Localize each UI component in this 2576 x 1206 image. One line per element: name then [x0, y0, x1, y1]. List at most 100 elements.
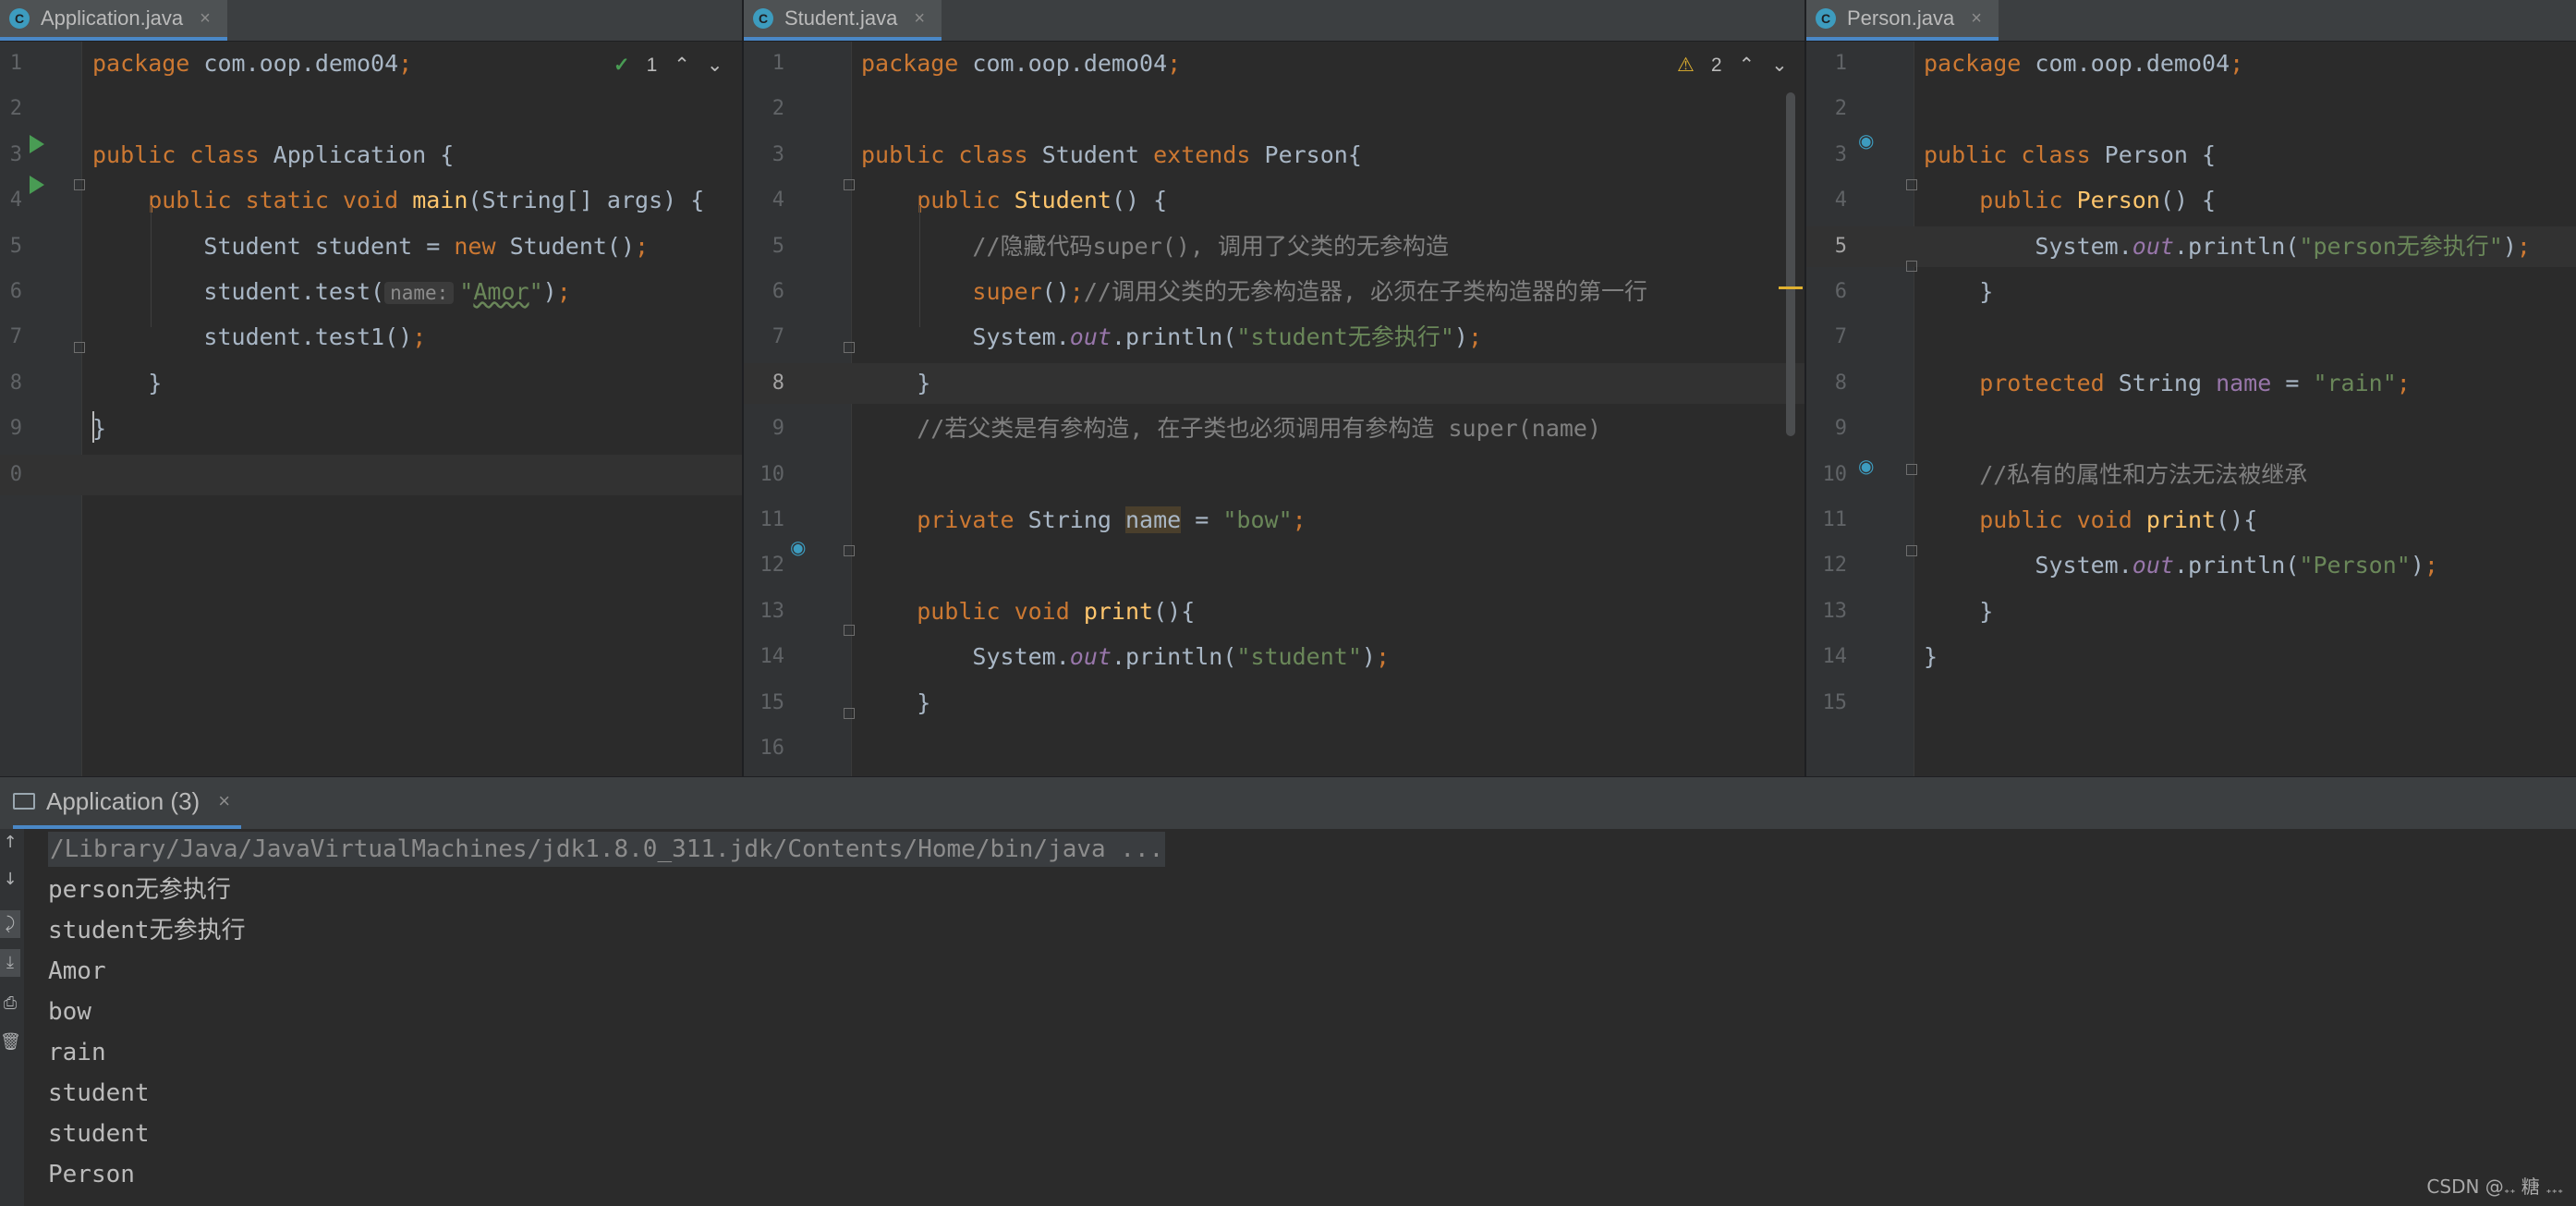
code-text[interactable]: }: [1924, 591, 1993, 632]
code-text[interactable]: public class Application {: [92, 135, 454, 176]
code-line[interactable]: 5 System.out.println("person无参执行");: [1806, 225, 2576, 267]
line-number[interactable]: 11: [1806, 500, 1848, 541]
line-number[interactable]: 7: [744, 317, 784, 358]
line-number[interactable]: 8: [0, 363, 22, 404]
code-line[interactable]: 14}: [1806, 637, 2576, 677]
code-line[interactable]: 5 Student student = new Student();: [0, 226, 744, 267]
line-number[interactable]: 6: [0, 272, 22, 312]
vertical-scrollbar[interactable]: [1786, 92, 1795, 436]
console-command-line[interactable]: /Library/Java/JavaVirtualMachines/jdk1.8…: [48, 829, 2576, 870]
code-line[interactable]: 13 public void print(){: [744, 591, 1806, 632]
fold-icon[interactable]: [1906, 179, 1917, 190]
inspection-widget[interactable]: ✓ 1 ⌃ ⌄: [614, 54, 723, 77]
code-line[interactable]: 15: [1806, 683, 2576, 724]
line-number[interactable]: 3: [744, 135, 784, 176]
previous-highlight-icon[interactable]: ⌃: [674, 54, 690, 77]
tab-student-java[interactable]: C Student.java ×: [744, 0, 942, 41]
code-line[interactable]: 9 //若父类是有参构造, 在子类也必须调用有参构造 super(name): [744, 408, 1806, 449]
line-number[interactable]: 9: [0, 408, 22, 449]
code-line[interactable]: 2: [0, 89, 744, 129]
line-number[interactable]: 6: [744, 272, 784, 312]
close-icon[interactable]: ×: [914, 8, 925, 30]
editor-pane-person[interactable]: C Person.java × 1 package com.oop.demo04;…: [1806, 0, 2576, 776]
code-line[interactable]: 2: [744, 89, 1806, 129]
code-area[interactable]: 1 package com.oop.demo04; 2 3 public class P…: [1806, 42, 2576, 776]
fold-icon[interactable]: [844, 179, 855, 190]
java-command[interactable]: /Library/Java/JavaVirtualMachines/jdk1.8…: [48, 832, 1166, 867]
code-line[interactable]: 5 //隐藏代码super(), 调用了父类的无参构造: [744, 226, 1806, 267]
close-icon[interactable]: ×: [1971, 8, 1982, 30]
run-class-icon[interactable]: [30, 135, 44, 153]
code-line[interactable]: 0: [0, 454, 744, 495]
fold-icon[interactable]: [1906, 545, 1917, 556]
close-icon[interactable]: ×: [200, 8, 211, 30]
code-text[interactable]: System.out.println("student无参执行");: [861, 317, 1482, 358]
code-line[interactable]: 4 public static void main(String[] args)…: [0, 180, 744, 221]
code-line[interactable]: 7 student.test1();: [0, 317, 744, 358]
code-text[interactable]: //私有的属性和方法无法被继承: [1924, 455, 2307, 495]
soft-wrap-icon[interactable]: ⤸: [0, 910, 20, 938]
code-text[interactable]: public void print(){: [1924, 500, 2257, 541]
tab-application-java[interactable]: C Application.java ×: [0, 0, 227, 41]
line-number[interactable]: 15: [1806, 683, 1848, 724]
line-number[interactable]: 7: [0, 317, 22, 358]
code-line[interactable]: 3 public class Person {: [1806, 135, 2576, 176]
code-line[interactable]: 7 System.out.println("student无参执行");: [744, 317, 1806, 358]
code-line[interactable]: 1 package com.oop.demo04;: [1806, 43, 2576, 84]
next-highlight-icon[interactable]: ⌄: [1771, 54, 1788, 77]
line-number[interactable]: 5: [1806, 226, 1847, 267]
code-line[interactable]: 11 private String name = "bow";: [744, 500, 1806, 541]
code-line[interactable]: 4 public Student() {: [744, 180, 1806, 221]
code-line[interactable]: 3 public class Student extends Person{: [744, 135, 1806, 176]
fold-icon[interactable]: [844, 545, 855, 556]
print-icon[interactable]: ⎙: [0, 990, 20, 1017]
run-main-icon[interactable]: [30, 176, 44, 194]
code-line[interactable]: 8 }: [744, 362, 1806, 404]
code-line[interactable]: 8 protected String name = "rain";: [1806, 363, 2576, 404]
tab-run-application[interactable]: Application (3) ×: [13, 777, 242, 829]
code-line[interactable]: 9: [1806, 408, 2576, 449]
code-line[interactable]: 10: [744, 455, 1806, 495]
code-area[interactable]: 1 package com.oop.demo04; 2 3 public class S…: [744, 42, 1806, 776]
line-number[interactable]: 9: [744, 408, 784, 449]
line-number[interactable]: 8: [744, 363, 784, 404]
scroll-up-icon[interactable]: ↑: [0, 829, 20, 857]
warning-stripe-marker[interactable]: [1779, 286, 1803, 289]
code-text[interactable]: }: [1924, 272, 1993, 312]
fold-icon[interactable]: [1906, 261, 1917, 272]
fold-icon[interactable]: [1906, 464, 1917, 475]
fold-icon[interactable]: [844, 708, 855, 719]
code-text[interactable]: student.test(name: "Amor");: [92, 272, 570, 313]
code-text[interactable]: public Person() {: [1924, 180, 2216, 221]
line-number[interactable]: 15: [744, 683, 785, 724]
code-text[interactable]: //若父类是有参构造, 在子类也必须调用有参构造 super(name): [861, 408, 1601, 449]
code-text[interactable]: //隐藏代码super(), 调用了父类的无参构造: [861, 226, 1449, 267]
code-text[interactable]: System.out.println("person无参执行");: [1924, 226, 2531, 267]
code-text[interactable]: }: [1924, 637, 1938, 677]
code-line[interactable]: 1 package com.oop.demo04;: [744, 43, 1806, 84]
code-text[interactable]: }: [92, 408, 106, 449]
code-text[interactable]: System.out.println("student");: [861, 637, 1390, 677]
line-number[interactable]: 0: [0, 455, 22, 495]
fold-icon[interactable]: [844, 625, 855, 636]
line-number[interactable]: 1: [1806, 43, 1847, 84]
line-number[interactable]: 6: [1806, 272, 1847, 312]
code-text[interactable]: private String name = "bow";: [861, 500, 1306, 541]
fold-icon[interactable]: [74, 179, 85, 190]
fold-icon[interactable]: [844, 342, 855, 353]
editor-pane-application[interactable]: C Application.java × 1 package com.oop.de…: [0, 0, 744, 776]
code-text[interactable]: protected String name = "rain";: [1924, 363, 2411, 404]
code-text[interactable]: }: [861, 683, 930, 724]
line-number[interactable]: 4: [744, 180, 784, 221]
code-line[interactable]: 2: [1806, 89, 2576, 129]
code-line[interactable]: 16: [744, 728, 1806, 769]
code-line[interactable]: 10 //私有的属性和方法无法被继承: [1806, 455, 2576, 495]
code-text[interactable]: }: [861, 363, 930, 404]
line-number[interactable]: 14: [744, 637, 785, 677]
previous-highlight-icon[interactable]: ⌃: [1739, 54, 1756, 77]
implemented-method-icon[interactable]: ◉: [1858, 455, 1874, 477]
code-text[interactable]: }: [92, 363, 162, 404]
line-number[interactable]: 2: [1806, 89, 1847, 129]
line-number[interactable]: 4: [1806, 180, 1847, 221]
code-text[interactable]: public Student() {: [861, 180, 1167, 221]
